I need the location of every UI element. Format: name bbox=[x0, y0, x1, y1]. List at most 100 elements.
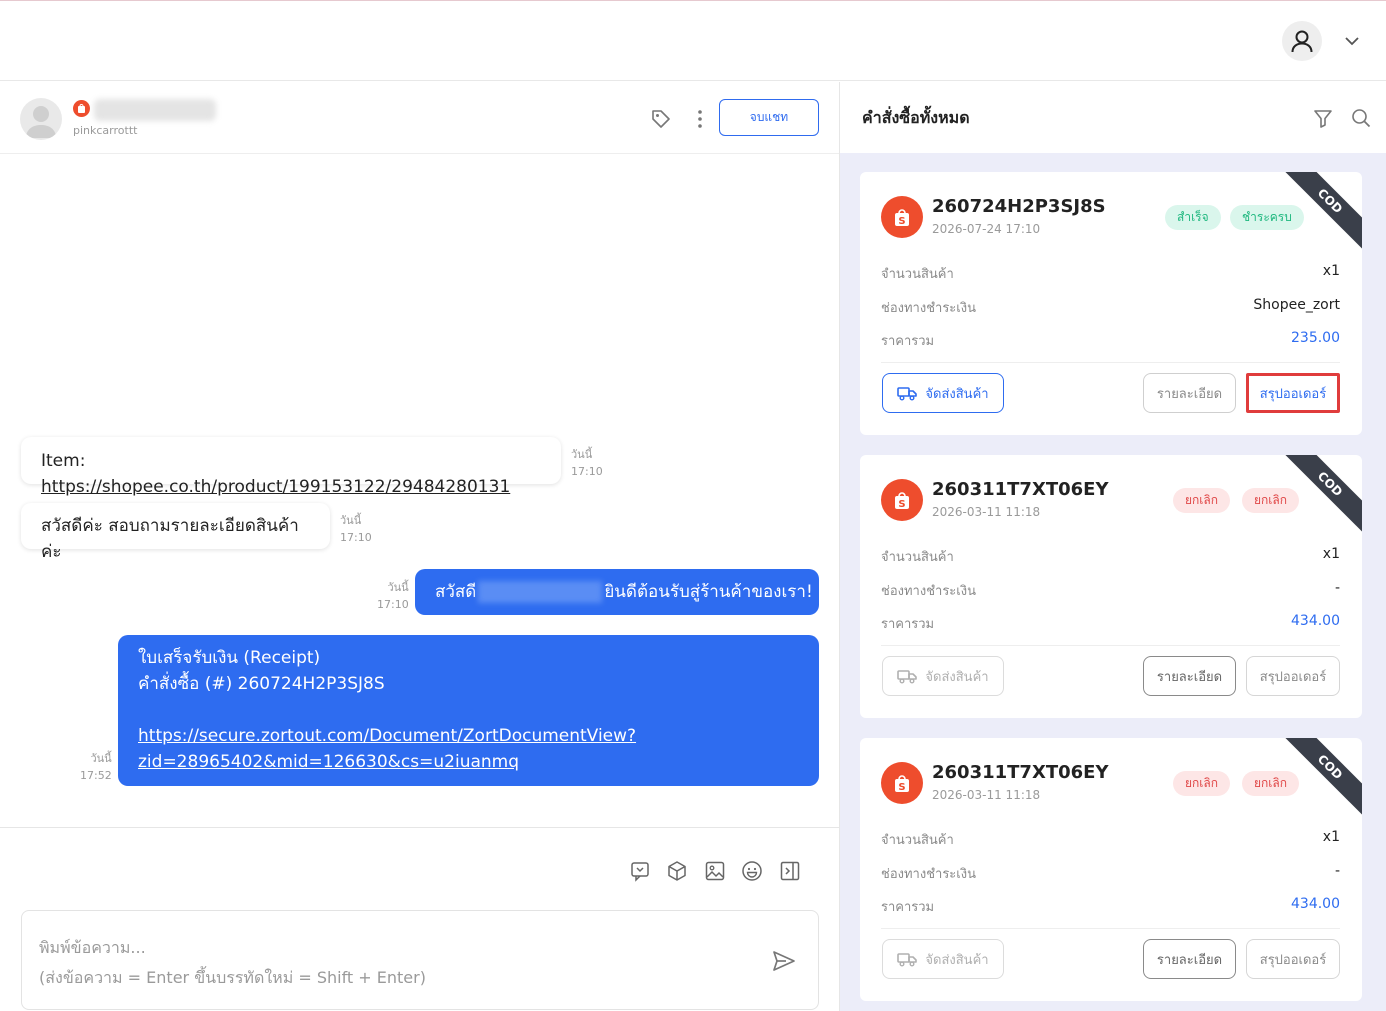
total-label: ราคารวม bbox=[881, 900, 935, 915]
send-icon[interactable] bbox=[771, 948, 797, 974]
qty-label: จำนวนสินค้า bbox=[881, 267, 954, 282]
svg-text:S: S bbox=[898, 216, 905, 227]
receipt-order: คำสั่งซื้อ (#) 260724H2P3SJ8S bbox=[138, 674, 385, 694]
greeting-suffix: ยินดีต้อนรับสู่ร้านค้าของเรา! bbox=[604, 582, 813, 602]
order-date: 2026-07-24 17:10 bbox=[932, 222, 1041, 236]
payment-label: ช่องทางชำระเงิน bbox=[881, 301, 976, 316]
shopee-logo-icon: S bbox=[881, 762, 923, 804]
total-value: 434.00 bbox=[1291, 896, 1340, 912]
chat-template-icon[interactable] bbox=[629, 860, 651, 882]
message-timestamp: วันนี้ 17:10 bbox=[377, 579, 409, 613]
chat-header: pinkcarrottt จบแชท bbox=[0, 82, 839, 154]
redacted-name bbox=[478, 581, 603, 603]
payment-value: - bbox=[1334, 863, 1340, 879]
card-divider bbox=[881, 645, 1340, 646]
timestamp-time: 17:10 bbox=[377, 598, 409, 611]
shopee-logo-icon: S bbox=[881, 479, 923, 521]
order-id: 260724H2P3SJ8S bbox=[932, 196, 1106, 217]
order-id: 260311T7XT06EY bbox=[932, 479, 1109, 500]
detail-button[interactable]: รายละเอียด bbox=[1143, 373, 1236, 413]
detail-button[interactable]: รายละเอียด bbox=[1143, 656, 1236, 696]
total-label: ราคารวม bbox=[881, 617, 935, 632]
user-avatar-button[interactable] bbox=[1282, 21, 1322, 61]
order-card[interactable]: COD S 260311T7XT06EY 2026-03-11 11:18 ยก… bbox=[860, 738, 1362, 1001]
order-date: 2026-03-11 11:18 bbox=[932, 505, 1041, 519]
tag-icon[interactable] bbox=[650, 108, 672, 130]
ship-label: จัดส่งสินค้า bbox=[925, 952, 989, 968]
timestamp-day: วันนี้ bbox=[90, 752, 112, 765]
timestamp-time: 17:10 bbox=[571, 465, 603, 478]
detail-button[interactable]: รายละเอียด bbox=[1143, 939, 1236, 979]
message-greeting: สวัสดี ยินดีต้อนรับสู่ร้านค้าของเรา! bbox=[415, 569, 819, 615]
ship-label: จัดส่งสินค้า bbox=[925, 669, 989, 685]
chevron-down-icon[interactable] bbox=[1343, 34, 1361, 48]
order-summary-button[interactable]: สรุปออเดอร์ bbox=[1246, 656, 1340, 696]
receipt-title: ใบเสร็จรับเงิน (Receipt) bbox=[138, 648, 321, 668]
customer-username: pinkcarrottt bbox=[73, 124, 138, 137]
truck-icon bbox=[897, 670, 918, 684]
ship-button[interactable]: จัดส่งสินค้า bbox=[882, 373, 1004, 413]
product-link[interactable]: https://shopee.co.th/product/199153122/2… bbox=[41, 477, 510, 497]
user-icon bbox=[1291, 30, 1313, 53]
timestamp-time: 17:10 bbox=[340, 531, 372, 544]
payment-label: ช่องทางชำระเงิน bbox=[881, 584, 976, 599]
message-input[interactable]: พิมพ์ข้อความ... (ส่งข้อความ = Enter ขึ้น… bbox=[21, 910, 819, 1010]
message-timestamp: วันนี้ 17:52 bbox=[80, 750, 112, 784]
payment-label: ช่องทางชำระเงิน bbox=[881, 867, 976, 882]
package-icon[interactable] bbox=[666, 860, 688, 882]
emoji-icon[interactable] bbox=[741, 860, 763, 882]
shopee-logo-icon: S bbox=[881, 196, 923, 238]
input-placeholder: พิมพ์ข้อความ... bbox=[39, 938, 146, 957]
timestamp-time: 17:52 bbox=[80, 769, 112, 782]
payment-status-badge: ยกเลิก bbox=[1242, 488, 1300, 513]
message-item-link: Item: https://shopee.co.th/product/19915… bbox=[21, 437, 561, 497]
total-value: 235.00 bbox=[1291, 330, 1340, 346]
ship-button[interactable]: จัดส่งสินค้า bbox=[882, 656, 1004, 696]
customer-avatar bbox=[20, 98, 62, 140]
timestamp-day: วันนี้ bbox=[387, 581, 409, 594]
message-timestamp: วันนี้ 17:10 bbox=[340, 512, 372, 546]
qty-value: x1 bbox=[1322, 546, 1340, 562]
order-summary-button[interactable]: สรุปออเดอร์ bbox=[1246, 939, 1340, 979]
truck-icon bbox=[897, 387, 918, 401]
message-prefix: Item: bbox=[41, 451, 86, 471]
svg-text:S: S bbox=[898, 499, 905, 510]
shopee-icon bbox=[73, 100, 90, 117]
status-badge: ยกเลิก bbox=[1173, 771, 1231, 796]
orders-header: คำสั่งซื้อทั้งหมด bbox=[840, 82, 1386, 153]
total-label: ราคารวม bbox=[881, 334, 935, 349]
qty-label: จำนวนสินค้า bbox=[881, 833, 954, 848]
panel-toggle-icon[interactable] bbox=[779, 860, 801, 882]
filter-icon[interactable] bbox=[1312, 107, 1334, 129]
more-options-icon[interactable] bbox=[690, 108, 710, 130]
receipt-link[interactable]: https://secure.zortout.com/Document/Zort… bbox=[138, 726, 636, 746]
input-hint: (ส่งข้อความ = Enter ขึ้นบรรทัดใหม่ = Shi… bbox=[39, 968, 426, 987]
order-summary-button[interactable]: สรุปออเดอร์ bbox=[1246, 373, 1340, 413]
orders-title: คำสั่งซื้อทั้งหมด bbox=[862, 108, 970, 127]
card-divider bbox=[881, 362, 1340, 363]
greeting-prefix: สวัสดี bbox=[435, 582, 477, 602]
order-id: 260311T7XT06EY bbox=[932, 762, 1109, 783]
payment-value: Shopee_zort bbox=[1253, 297, 1340, 313]
order-card[interactable]: COD S 260724H2P3SJ8S 2026-07-24 17:10 สำ… bbox=[860, 172, 1362, 435]
qty-label: จำนวนสินค้า bbox=[881, 550, 954, 565]
order-date: 2026-03-11 11:18 bbox=[932, 788, 1041, 802]
message-timestamp: วันนี้ 17:10 bbox=[571, 446, 603, 480]
search-icon[interactable] bbox=[1350, 107, 1372, 129]
message-inquiry: สวัสดีค่ะ สอบถามรายละเอียดสินค้าค่ะ bbox=[21, 503, 330, 562]
order-card[interactable]: COD S 260311T7XT06EY 2026-03-11 11:18 ยก… bbox=[860, 455, 1362, 718]
timestamp-day: วันนี้ bbox=[340, 514, 362, 527]
message-receipt: ใบเสร็จรับเงิน (Receipt) คำสั่งซื้อ (#) … bbox=[118, 635, 819, 786]
payment-value: - bbox=[1334, 580, 1340, 596]
image-icon[interactable] bbox=[704, 860, 726, 882]
truck-icon bbox=[897, 953, 918, 967]
chat-panel: pinkcarrottt จบแชท Item: https://shopee.… bbox=[0, 82, 840, 1011]
ship-button[interactable]: จัดส่งสินค้า bbox=[882, 939, 1004, 979]
orders-panel: คำสั่งซื้อทั้งหมด COD S 260724H2P3SJ8S 2… bbox=[840, 82, 1386, 1011]
end-chat-button[interactable]: จบแชท bbox=[719, 99, 819, 136]
status-badge: สำเร็จ bbox=[1165, 205, 1221, 230]
receipt-link-continued[interactable]: zid=28965402&mid=126630&cs=u2iuanmq bbox=[138, 752, 519, 772]
top-bar bbox=[0, 0, 1386, 81]
composer-divider bbox=[0, 827, 839, 828]
timestamp-day: วันนี้ bbox=[571, 448, 593, 461]
